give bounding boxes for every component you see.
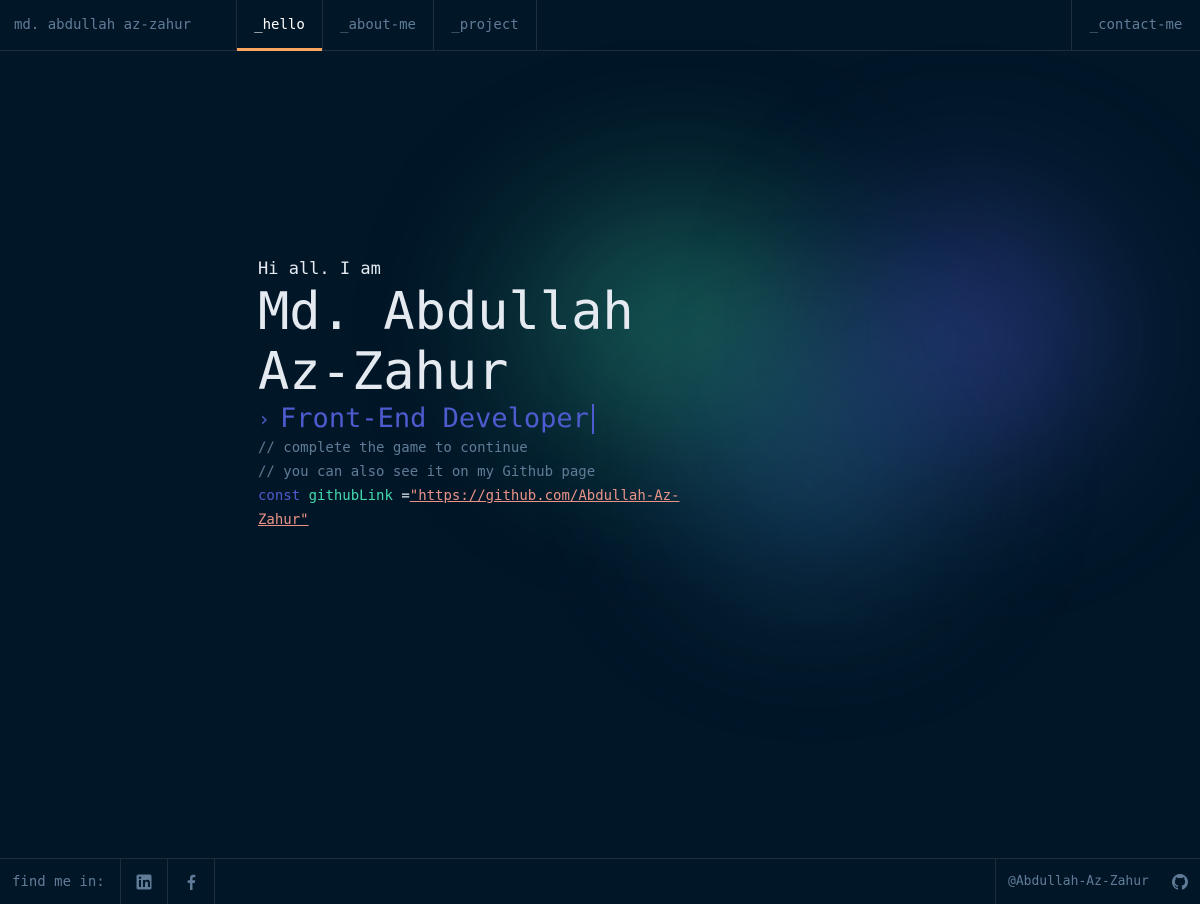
brand-name: md. abdullah az-zahur bbox=[0, 0, 237, 50]
code-keyword: const bbox=[258, 488, 301, 504]
header-spacer bbox=[537, 0, 1071, 50]
typing-caret bbox=[591, 404, 594, 434]
name-line-2: Az-Zahur bbox=[258, 342, 509, 402]
tab-contact-me[interactable]: _contact-me bbox=[1071, 0, 1200, 50]
role-text: Front-End Developer bbox=[280, 403, 589, 434]
name-heading: Md. Abdullah Az-Zahur bbox=[258, 282, 698, 402]
greeting-text: Hi all. I am bbox=[258, 259, 381, 279]
hero-section: Hi all. I am Md. Abdullah Az-Zahur › Fro… bbox=[258, 256, 698, 532]
footer-spacer bbox=[215, 859, 995, 904]
tab-project[interactable]: _project bbox=[434, 0, 537, 50]
background-glow-teal bbox=[650, 330, 980, 620]
tab-about-me[interactable]: _about-me bbox=[323, 0, 434, 50]
comment-line-1: // complete the game to continue bbox=[258, 440, 528, 456]
role-line: › Front-End Developer bbox=[258, 402, 698, 436]
footer-bar: find me in: @Abdullah-Az-Zahur bbox=[0, 858, 1200, 904]
code-equals: = bbox=[401, 488, 410, 504]
code-line: const githubLink ="https://github.com/Ab… bbox=[258, 484, 688, 532]
linkedin-button[interactable] bbox=[121, 859, 168, 904]
code-variable: githubLink bbox=[308, 488, 393, 504]
facebook-button[interactable] bbox=[168, 859, 215, 904]
linkedin-icon bbox=[136, 874, 152, 889]
comment-line-2: // you can also see it on my Github page bbox=[258, 464, 596, 480]
tab-hello[interactable]: _hello bbox=[237, 0, 323, 51]
name-line-1: Md. Abdullah bbox=[258, 282, 634, 342]
find-me-label: find me in: bbox=[0, 859, 121, 904]
github-icon bbox=[1172, 873, 1188, 890]
github-handle: @Abdullah-Az-Zahur bbox=[1008, 874, 1149, 889]
background-glow-blue bbox=[800, 170, 1140, 500]
github-profile-link[interactable]: @Abdullah-Az-Zahur bbox=[995, 859, 1200, 904]
top-nav: md. abdullah az-zahur _hello _about-me _… bbox=[0, 0, 1200, 51]
facebook-icon bbox=[187, 874, 196, 890]
chevron-right-icon: › bbox=[258, 407, 271, 431]
portfolio-page: md. abdullah az-zahur _hello _about-me _… bbox=[0, 0, 1200, 904]
